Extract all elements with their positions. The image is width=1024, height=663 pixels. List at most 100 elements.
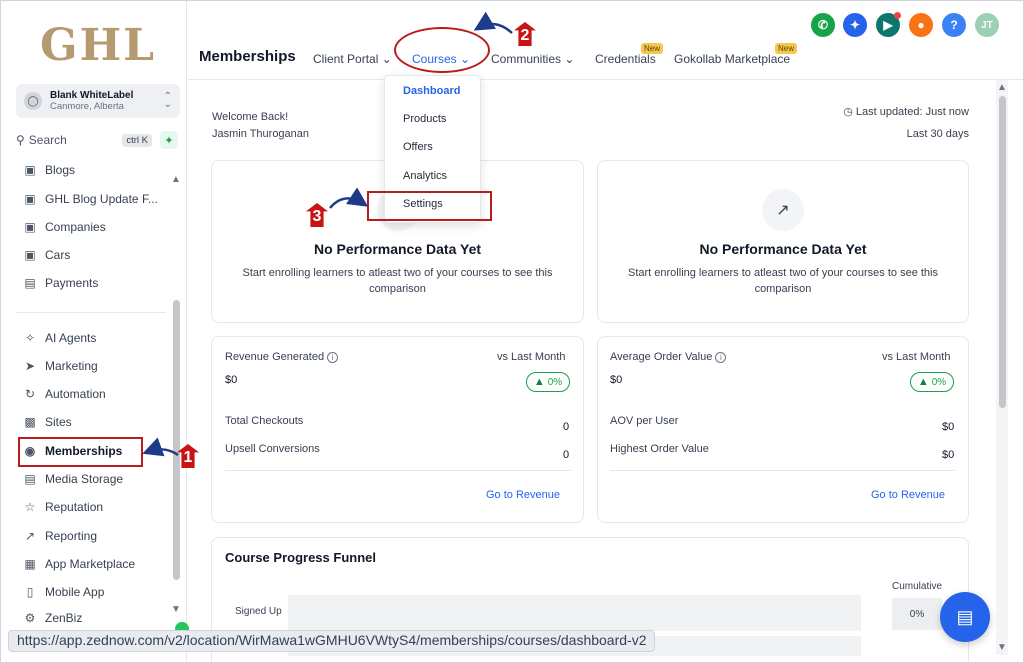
tab-credentials[interactable]: Credentials — [595, 52, 656, 66]
funnel-title: Course Progress Funnel — [225, 550, 376, 565]
cumulative-value: 0% — [892, 598, 942, 630]
announcement-dot — [894, 12, 901, 19]
date-range[interactable]: Last 30 days — [907, 128, 969, 140]
phone-icon[interactable]: ✆ — [811, 13, 835, 37]
aov-compare: vs Last Month — [882, 351, 951, 363]
annotation-highlight-settings — [367, 191, 492, 221]
sidebar-item-automation[interactable]: ↻ Automation — [22, 383, 106, 405]
scroll-down-arrow-icon[interactable]: ▼ — [997, 642, 1007, 653]
sidebar-item-cars[interactable]: ▣ Cars — [22, 244, 70, 266]
chevron-down-icon: ⌄ — [564, 52, 575, 66]
info-icon[interactable]: i — [715, 352, 727, 363]
search-input[interactable]: ⚲ Search ctrl K — [16, 130, 152, 150]
sidebar-item-companies[interactable]: ▣ Companies — [22, 216, 105, 238]
settings-icon: ⚙ — [24, 611, 36, 625]
annotation-highlight-memberships — [18, 437, 143, 467]
metric-label: Highest Order Value — [610, 443, 709, 455]
blog-icon: ▣ — [24, 192, 36, 206]
sidebar-item-mobile-app[interactable]: ▯ Mobile App — [22, 581, 105, 603]
account-avatar-icon: ◯ — [24, 92, 42, 110]
main-scrollbar-thumb[interactable] — [999, 96, 1006, 408]
funnel-row-label: Signed Up — [235, 606, 282, 617]
sidebar-scrollbar[interactable] — [173, 300, 180, 580]
menu-item-dashboard[interactable]: Dashboard — [403, 85, 460, 97]
star-icon: ☆ — [24, 500, 36, 514]
sidebar-item-sites[interactable]: ▩ Sites — [22, 411, 71, 433]
last-updated: ◷ Last updated: Just now — [843, 106, 969, 118]
user-name: Jasmin Thuroganan — [212, 128, 310, 140]
metric-value: 0 — [563, 449, 570, 461]
new-badge: New — [775, 43, 798, 54]
menu-item-offers[interactable]: Offers — [403, 141, 433, 153]
annotation-highlight-courses — [394, 27, 490, 73]
sidebar-item-zenbiz[interactable]: ⚙ ZenBiz — [22, 611, 83, 625]
account-name: Blank WhiteLabel — [50, 90, 134, 101]
sites-icon: ▩ — [24, 415, 36, 429]
avatar[interactable]: JT — [975, 13, 999, 37]
mobile-icon: ▯ — [26, 585, 34, 599]
scroll-down-arrow-icon[interactable]: ▼ — [171, 604, 181, 615]
change-badge: ▲ 0% — [526, 372, 570, 392]
sparkle-icon: ✧ — [24, 331, 36, 345]
trend-up-icon: ↗ — [762, 189, 804, 231]
sidebar-item-reporting[interactable]: ↗ Reporting — [22, 525, 97, 547]
sidebar-item-app-marketplace[interactable]: ▦ App Marketplace — [22, 553, 135, 575]
sidebar-item-marketing[interactable]: ➤ Marketing — [22, 355, 98, 377]
send-icon: ➤ — [24, 359, 36, 373]
tab-communities[interactable]: Communities ⌄ — [491, 52, 574, 66]
metric-value: $0 — [942, 421, 955, 433]
image-icon: ▤ — [24, 472, 36, 486]
revenue-value: $0 — [225, 374, 238, 386]
aov-title: Average Order Value i — [610, 351, 727, 363]
change-badge: ▲ 0% — [910, 372, 954, 392]
automation-icon: ↻ — [24, 387, 36, 401]
car-icon: ▣ — [24, 248, 36, 262]
grid-icon: ▦ — [24, 557, 36, 571]
clock-icon: ◷ — [843, 106, 853, 118]
sidebar-item-payments[interactable]: ▤ Payments — [22, 272, 98, 294]
metric-value: $0 — [942, 449, 955, 461]
search-icon: ⚲ — [16, 133, 25, 147]
metric-value: 0 — [563, 421, 570, 433]
performance-subtitle: Start enrolling learners to atleast two … — [242, 267, 553, 295]
funnel-bar — [288, 595, 861, 631]
logo[interactable]: GHL — [40, 20, 156, 71]
tab-gokollab-marketplace[interactable]: Gokollab Marketplace — [674, 52, 790, 66]
sidebar-item-reputation[interactable]: ☆ Reputation — [22, 496, 103, 518]
chevron-updown-icon: ⌃ ⌄ — [163, 91, 172, 110]
tab-client-portal[interactable]: Client Portal ⌄ — [313, 52, 392, 66]
status-url: https://app.zednow.com/v2/location/WirMa… — [8, 630, 656, 652]
triangle-up-icon: ▲ — [917, 376, 929, 388]
help-icon[interactable]: ? — [942, 13, 966, 37]
account-switcher[interactable]: ◯ Blank WhiteLabel Canmore, Alberta ⌃ ⌄ — [16, 84, 180, 118]
revenue-title: Revenue Generated i — [225, 351, 339, 363]
scroll-up-arrow-icon[interactable]: ▲ — [997, 82, 1007, 93]
go-to-revenue-link[interactable]: Go to Revenue — [486, 489, 560, 501]
welcome-heading: Welcome Back! — [212, 111, 289, 123]
sidebar-item-blogs[interactable]: ▣ Blogs — [22, 161, 75, 177]
menu-item-analytics[interactable]: Analytics — [403, 170, 447, 182]
sidebar-item-media-storage[interactable]: ▤ Media Storage — [22, 468, 123, 490]
card-divider — [610, 470, 955, 471]
metric-label: Upsell Conversions — [225, 443, 320, 455]
aov-value: $0 — [610, 374, 623, 386]
search-shortcut: ctrl K — [122, 133, 152, 147]
blog-icon: ▣ — [24, 163, 36, 177]
bell-icon[interactable]: ● — [909, 13, 933, 37]
quick-action-sparkle-icon[interactable]: ✦ — [160, 131, 178, 149]
chart-icon: ↗ — [24, 529, 36, 543]
cumulative-label: Cumulative — [892, 581, 943, 592]
sidebar-item-ai-agents[interactable]: ✧ AI Agents — [22, 327, 96, 349]
payments-icon: ▤ — [24, 276, 36, 290]
info-icon[interactable]: i — [327, 352, 339, 363]
scroll-up-arrow-icon[interactable]: ▲ — [171, 174, 181, 185]
performance-card: ↗ No Performance Data Yet Start enrollin… — [597, 160, 969, 323]
metric-label: AOV per User — [610, 415, 679, 427]
go-to-revenue-link[interactable]: Go to Revenue — [871, 489, 945, 501]
building-icon: ▣ — [24, 220, 36, 234]
sidebar-item-ghl-blog[interactable]: ▣ GHL Blog Update F... — [22, 188, 158, 210]
chat-icon[interactable]: ▤ — [940, 592, 990, 642]
menu-item-products[interactable]: Products — [403, 113, 446, 125]
magic-wand-icon[interactable]: ✦ — [843, 13, 867, 37]
performance-title: No Performance Data Yet — [699, 241, 867, 257]
